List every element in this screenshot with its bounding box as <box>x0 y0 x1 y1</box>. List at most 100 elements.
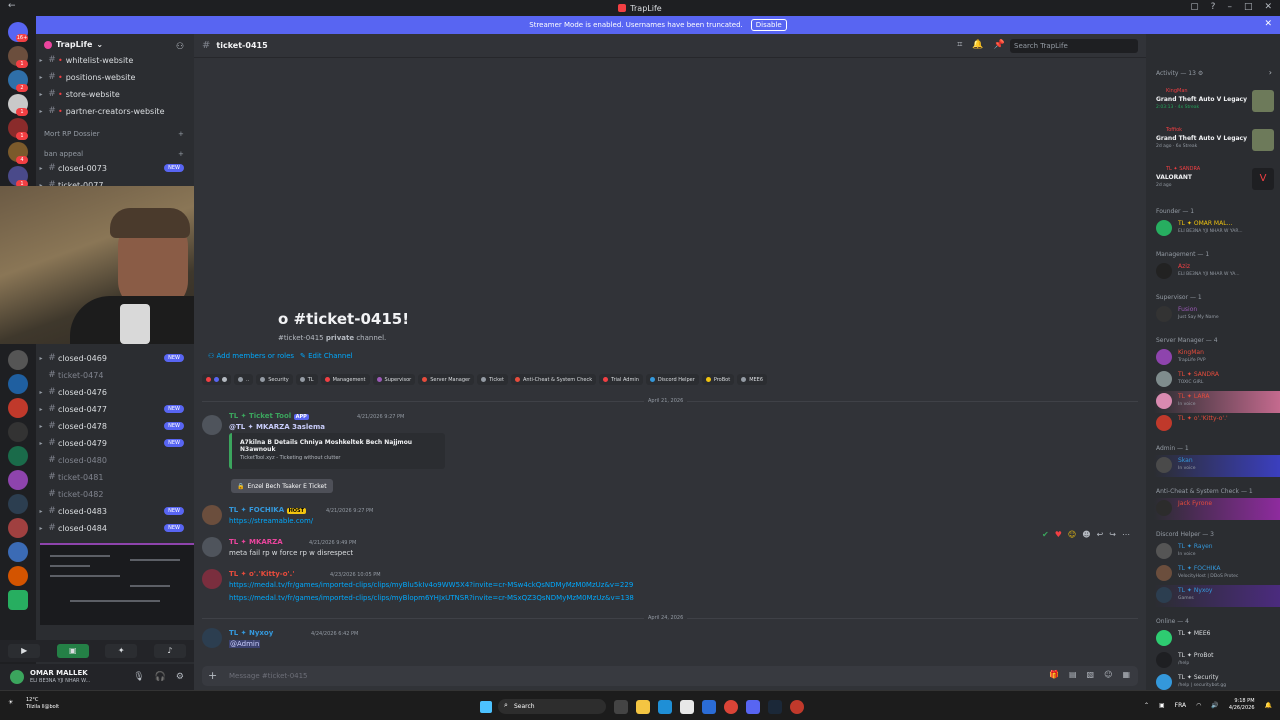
wifi-icon[interactable]: ◠ <box>1196 702 1201 709</box>
channel-item[interactable]: ▸ # closed-0484 NEW <box>36 520 194 536</box>
disable-streamer-mode-button[interactable]: Disable <box>750 19 787 31</box>
microphone-icon[interactable]: 🎙 <box>133 672 144 682</box>
pin-icon[interactable]: 📌 <box>994 40 1005 50</box>
weather-widget[interactable]: 12°C Tilzila ll@bolt <box>26 697 59 711</box>
channel-item[interactable]: # ticket-0482 <box>36 486 194 502</box>
role-chip[interactable]: Security <box>256 374 293 385</box>
member-item[interactable]: Skan In voice <box>1154 455 1280 477</box>
member-item[interactable]: TL ✦ Security/help | securitybot.gg <box>1154 672 1280 690</box>
server-icon[interactable] <box>8 350 28 370</box>
bell-icon[interactable]: 🔔 <box>972 40 983 50</box>
close-window-icon[interactable]: ✕ <box>1264 2 1272 12</box>
role-chip[interactable]: Trial Admin <box>599 374 643 385</box>
file-explorer-icon[interactable] <box>636 700 650 714</box>
notifications-icon[interactable]: 🔔 <box>1265 702 1272 709</box>
server-icon[interactable] <box>8 518 28 538</box>
role-chip[interactable]: Anti-Cheat & System Check <box>510 374 597 385</box>
member-item[interactable]: Fusion Just Say My Name <box>1154 304 1280 326</box>
edit-channel-button[interactable]: ✎ Edit Channel <box>300 352 353 360</box>
server-icon[interactable] <box>8 446 28 466</box>
app-icon[interactable] <box>790 700 804 714</box>
start-button[interactable] <box>480 701 492 713</box>
message-author[interactable]: TL ✦ Nyxoy <box>229 629 273 637</box>
volume-icon[interactable]: 🔊 <box>1211 702 1218 709</box>
channel-item[interactable]: ▸ # closed-0476 <box>36 384 194 400</box>
emoji-icon[interactable]: ☺ <box>1104 670 1112 679</box>
member-item[interactable]: TL ✦ MEE6 <box>1154 628 1280 650</box>
add-member-icon[interactable]: ⚇ <box>176 42 184 52</box>
role-chip[interactable]: Supervisor <box>372 374 416 385</box>
server-icon[interactable] <box>8 470 28 490</box>
message-link[interactable]: https://streamable.com/ <box>229 517 313 525</box>
apps-icon[interactable]: ▦ <box>1122 670 1130 679</box>
server-header[interactable]: TrapLife ⌄ <box>44 40 103 49</box>
server-icon[interactable] <box>8 566 28 586</box>
role-chip[interactable]: Server Manager <box>418 374 475 385</box>
server-icon[interactable] <box>8 590 28 610</box>
message-link[interactable]: https://medal.tv/fr/games/imported-clips… <box>229 581 633 589</box>
steam-icon[interactable] <box>768 700 782 714</box>
role-chip[interactable]: Ticket <box>477 374 508 385</box>
weather-icon[interactable]: ☀ <box>8 699 13 706</box>
language-indicator[interactable]: FRA <box>1175 702 1186 709</box>
upload-plus-icon[interactable]: + <box>208 669 217 682</box>
role-chip[interactable]: Discord Helper <box>645 374 699 385</box>
message-author[interactable]: TL ✦ Ticket Tool APP <box>229 412 309 420</box>
message-link[interactable]: https://medal.tv/fr/games/imported-clips… <box>229 594 634 602</box>
channel-item[interactable]: # ticket-0481 <box>36 469 194 485</box>
activity-card[interactable]: TL ✦ SANDRA VALORANT 2d ago V <box>1154 166 1280 202</box>
forward-icon[interactable]: ↪ <box>1109 530 1116 539</box>
role-chip[interactable]: .. <box>234 374 254 385</box>
channel-item[interactable]: ▸ # closed-0477 NEW <box>36 401 194 417</box>
task-view-icon[interactable] <box>614 700 628 714</box>
gif-icon[interactable]: ▤ <box>1069 670 1077 679</box>
settings-icon[interactable]: ⚙ <box>1198 70 1203 77</box>
message-author[interactable]: TL ✦ o'.'Kitty-o'.' <box>229 570 294 578</box>
channel-item[interactable]: ▸ # • whitelist-website <box>36 52 194 68</box>
more-icon[interactable]: ⋯ <box>1122 530 1130 539</box>
server-icon[interactable] <box>8 542 28 562</box>
message-input[interactable]: Message #ticket-0415 <box>229 672 308 680</box>
category-ban-appeal[interactable]: ban appeal + <box>44 150 184 158</box>
role-chip[interactable]: Management <box>320 374 370 385</box>
heart-reaction-icon[interactable]: ♥ <box>1055 530 1062 539</box>
gear-icon[interactable]: ⚙ <box>176 672 184 682</box>
message-composer[interactable]: + Message #ticket-0415 🎁 ▤ ▧ ☺ ▦ <box>202 666 1138 686</box>
threads-icon[interactable]: ⌗ <box>957 40 962 50</box>
sticker-icon[interactable]: ▧ <box>1087 670 1095 679</box>
activity-card[interactable]: Toffiok Grand Theft Auto V Legacy 2d ago… <box>1154 127 1280 163</box>
role-chip[interactable]: ProBot <box>701 374 735 385</box>
gift-icon[interactable]: 🎁 <box>1049 670 1059 679</box>
category-dossier[interactable]: Mort RP Dossier + <box>44 130 184 138</box>
channel-item[interactable]: ▸ # • partner-creators-website <box>36 103 194 119</box>
member-item[interactable]: TL ✦ Rayen In voice <box>1154 541 1280 563</box>
help-icon[interactable]: ? <box>1211 2 1216 12</box>
server-icon[interactable] <box>8 398 28 418</box>
taskbar-search[interactable]: Search <box>498 699 606 714</box>
plus-icon[interactable]: + <box>178 150 184 158</box>
discord-icon[interactable] <box>746 700 760 714</box>
role-chip[interactable]: TL <box>295 374 318 385</box>
close-ticket-button[interactable]: 🔒 Enzel Bech Tsaker E Ticket <box>231 479 333 493</box>
laugh-reaction-icon[interactable]: ☺ <box>1068 530 1076 539</box>
store-icon[interactable] <box>680 700 694 714</box>
channel-item[interactable]: ▸ # closed-0483 NEW <box>36 503 194 519</box>
server-icon[interactable] <box>8 422 28 442</box>
add-members-button[interactable]: ⚇ Add members or roles <box>208 352 294 360</box>
role-chip[interactable]: MEE6 <box>737 374 768 385</box>
channel-item[interactable]: ▸ # closed-0479 NEW <box>36 435 194 451</box>
member-item[interactable]: TL ✦ OMAR MAL... ELI BE3NA YJI NHAR W YAR… <box>1154 218 1280 240</box>
member-item[interactable]: TL ✦ SANDRA TOXIC GIRL <box>1154 369 1280 391</box>
member-item[interactable]: TL ✦ FOCHIKA VelocityHost | DDoS Protec <box>1154 563 1280 585</box>
screen-share-preview[interactable] <box>40 543 196 625</box>
activity-card[interactable]: KingMan Grand Theft Auto V Legacy 2:03:1… <box>1154 88 1280 124</box>
avatar[interactable] <box>202 505 222 525</box>
member-item[interactable]: TL ✦ LARA In voice <box>1154 391 1280 413</box>
avatar[interactable] <box>202 537 222 557</box>
channel-item[interactable]: ▸ # closed-0073 NEW <box>36 160 194 176</box>
member-item[interactable]: KingMan TrapLife PVP <box>1154 347 1280 369</box>
member-item[interactable]: Aziz ELI BE3NA YJI NHAR W YA... <box>1154 261 1280 283</box>
check-reaction-icon[interactable]: ✔ <box>1042 530 1049 539</box>
server-icon[interactable] <box>8 494 28 514</box>
chevron-up-icon[interactable]: ⌃ <box>1144 702 1149 709</box>
